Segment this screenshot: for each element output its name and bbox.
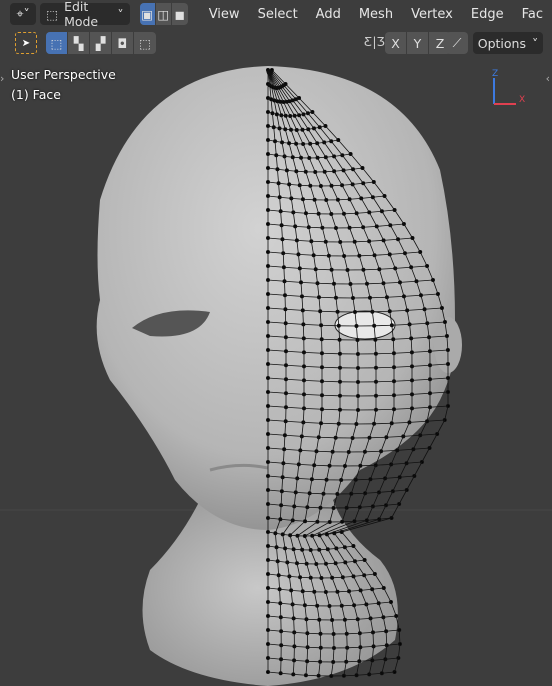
mirror-y-toggle[interactable]: Y: [407, 32, 429, 54]
z-axis-label: Z: [492, 69, 498, 79]
menu-vertex[interactable]: Vertex: [402, 7, 462, 22]
menu-edge[interactable]: Edge: [462, 7, 513, 22]
edge-select-icon: ◫: [157, 6, 170, 22]
mode-label: Edit Mode: [64, 0, 99, 29]
select-subtract-icon: ▞: [95, 35, 106, 51]
edge-select-mode-button[interactable]: ◫: [156, 3, 172, 25]
view-name: User Perspective: [11, 67, 116, 82]
topology-mirror-button[interactable]: ⟋: [446, 32, 468, 54]
select-box-tool-button[interactable]: ➤: [15, 32, 37, 54]
navigation-gizmo[interactable]: Z X: [486, 66, 532, 110]
tool-settings-bar: ➤ ⬚ ▚ ▞ ◘ ⬚ Ƹ|Ʒ X Y Z ⟋ Options ˅: [0, 30, 552, 56]
topology-mirror-icon: ⟋: [452, 35, 462, 50]
3d-viewport[interactable]: ⌖˅ ⬚ Edit Mode ˅ ▣ ◫ ◼ View Select Add M…: [0, 0, 552, 686]
3d-viewport-icon: ⌖˅: [16, 6, 30, 21]
chevron-down-icon: ˅: [117, 6, 124, 22]
options-dropdown[interactable]: Options ˅: [473, 32, 543, 54]
select-invert-button[interactable]: ◘: [112, 32, 134, 54]
select-extend-button[interactable]: ▚: [68, 32, 90, 54]
mesh-model: [0, 66, 552, 686]
edit-mode-icon: ⬚: [46, 6, 59, 22]
menu-select[interactable]: Select: [249, 7, 307, 22]
head: [96, 66, 457, 530]
options-label: Options: [477, 35, 526, 51]
vertex-select-mode-button[interactable]: ▣: [139, 3, 156, 25]
select-subtract-button[interactable]: ▞: [90, 32, 112, 54]
select-extend-icon: ▚: [73, 35, 84, 51]
chevron-down-icon: ˅: [531, 35, 539, 51]
select-new-button[interactable]: ⬚: [46, 32, 68, 54]
menu-face[interactable]: Fac: [513, 7, 552, 22]
sidebar-expand-arrow[interactable]: ‹: [546, 72, 550, 85]
menu-add[interactable]: Add: [307, 7, 350, 22]
face-select-icon: ◼: [174, 6, 185, 22]
vertex-select-icon: ▣: [141, 6, 154, 22]
x-axis-label: X: [519, 95, 525, 105]
menu-mesh[interactable]: Mesh: [350, 7, 402, 22]
menu-view[interactable]: View: [200, 7, 249, 22]
mirror-icon: Ƹ|Ʒ: [364, 34, 385, 49]
select-intersect-icon: ⬚: [139, 35, 151, 51]
toolbar-expand-arrow[interactable]: ›: [0, 72, 4, 85]
mirror-x-toggle[interactable]: X: [385, 32, 407, 54]
mode-dropdown[interactable]: ⬚ Edit Mode ˅: [40, 0, 130, 29]
viewport-header: ⌖˅ ⬚ Edit Mode ˅ ▣ ◫ ◼ View Select Add M…: [0, 0, 552, 29]
select-box-icon: ➤: [21, 37, 31, 49]
select-invert-icon: ◘: [117, 35, 128, 51]
right-eye: [334, 310, 396, 340]
object-info: (1) Face: [11, 87, 61, 102]
editor-type-button[interactable]: ⌖˅: [10, 3, 37, 25]
face-select-mode-button[interactable]: ◼: [172, 3, 188, 25]
select-intersect-button[interactable]: ⬚: [134, 32, 156, 54]
select-new-icon: ⬚: [50, 35, 63, 51]
